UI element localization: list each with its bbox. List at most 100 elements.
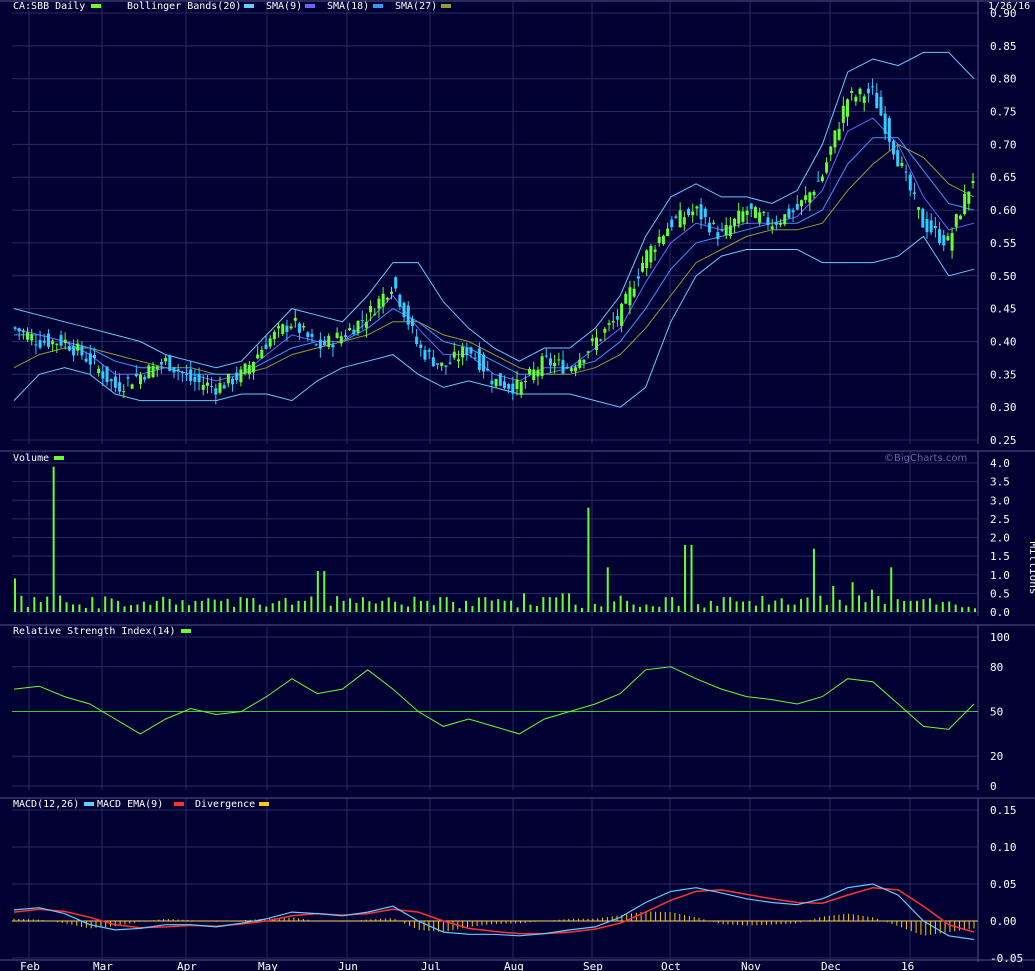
volume-bar: [858, 595, 861, 612]
volume-bar: [832, 585, 835, 612]
candle-body: [151, 366, 155, 378]
y-tick-label: 0.35: [990, 368, 1017, 381]
volume-bar: [651, 606, 654, 612]
candle-body: [17, 328, 21, 332]
volume-bar: [110, 598, 113, 612]
candle-body: [247, 364, 251, 375]
volume-bar: [484, 597, 487, 612]
volume-bar: [349, 598, 352, 612]
volume-bar: [658, 606, 661, 612]
candle-body: [410, 318, 414, 327]
candle-body: [26, 332, 30, 340]
candle-body: [871, 86, 875, 88]
candle-body: [297, 323, 301, 333]
candle-body: [670, 219, 674, 228]
candle-body: [674, 216, 678, 218]
volume-bar: [239, 597, 242, 612]
legend-bollinger: Bollinger Bands(20): [127, 1, 241, 12]
volume-unit-label: Millions: [1027, 542, 1035, 595]
volume-bar: [851, 582, 854, 612]
y-tick-label: 0.0: [990, 606, 1010, 619]
candle-body: [456, 359, 460, 362]
candle-body: [691, 211, 695, 216]
volume-bar: [78, 604, 81, 612]
candle-body: [381, 293, 385, 307]
candle-body: [352, 329, 356, 335]
candle-body: [218, 383, 222, 393]
candle-body: [515, 379, 519, 390]
candle-body: [461, 346, 465, 358]
candle-body: [72, 346, 76, 356]
candle-body: [946, 236, 950, 241]
volume-bar: [974, 608, 976, 612]
candle-body: [845, 99, 849, 117]
legend-sma9: SMA(9): [266, 1, 302, 12]
candle-body: [406, 305, 410, 325]
volume-bar: [903, 600, 906, 612]
candle-body: [574, 367, 578, 372]
candle-body: [594, 337, 598, 350]
x-tick-label: Aug: [504, 960, 524, 971]
volume-bar: [877, 595, 880, 612]
volume-bar: [97, 608, 100, 612]
legend-sma18: SMA(18): [327, 1, 369, 12]
candle-body: [942, 235, 946, 246]
candle-body: [201, 384, 205, 390]
candle-body: [645, 250, 649, 269]
volume-legend: Volume ©BigCharts.com Millions: [13, 453, 1035, 594]
candle-body: [448, 362, 452, 364]
candle-body: [176, 369, 180, 372]
candle-body: [159, 361, 163, 365]
candle-body: [511, 383, 515, 394]
candle-body: [80, 345, 84, 356]
candle-body: [130, 384, 134, 389]
candle-body: [197, 373, 201, 383]
volume-bar: [33, 597, 36, 612]
volume-bar: [870, 589, 873, 612]
volume-bar: [825, 605, 828, 612]
candle-body: [565, 366, 569, 368]
candle-body: [168, 355, 172, 371]
volume-bar: [316, 571, 319, 612]
volume-bar: [374, 603, 377, 612]
candle-body: [607, 323, 611, 325]
candle-body: [825, 162, 829, 173]
bollinger-swatch: [244, 4, 254, 8]
volume-bar: [638, 606, 641, 612]
volume-bar: [26, 606, 29, 612]
candle-body: [101, 371, 105, 379]
candle-body: [38, 340, 42, 348]
volume-bar: [20, 595, 23, 612]
candle-body: [586, 351, 590, 353]
candle-body: [921, 208, 925, 228]
candle-body: [226, 373, 230, 384]
volume-bar: [819, 595, 822, 612]
candle-body: [624, 293, 628, 304]
candle-body: [804, 195, 808, 200]
volume-bar: [168, 598, 171, 612]
candle-body: [716, 232, 720, 240]
volume-bar: [284, 597, 287, 612]
candle-body: [323, 340, 327, 346]
volume-bar: [503, 600, 506, 612]
candle-body: [494, 378, 498, 387]
candle-body: [636, 276, 640, 279]
candle-body: [695, 206, 699, 209]
candle-body: [887, 118, 891, 142]
candle-body: [373, 314, 377, 316]
candle-body: [954, 214, 958, 227]
volume-bar: [716, 605, 719, 612]
volume-bar: [535, 605, 538, 612]
candle-body: [733, 218, 737, 226]
volume-bar: [883, 603, 886, 612]
candle-body: [369, 306, 373, 313]
volume-bar: [748, 600, 751, 612]
candle-body: [657, 236, 661, 244]
candle-body: [134, 373, 138, 377]
axis-labels: Feb Mar Apr May Jun Jul Aug Sep Oct Nov Dec 16 0.90 0…: [20, 7, 1023, 971]
y-tick-label: 1.0: [990, 569, 1010, 582]
candle-body: [452, 351, 456, 358]
volume-bar: [458, 608, 461, 612]
candle-body: [205, 382, 209, 386]
volume-bar: [142, 601, 145, 612]
